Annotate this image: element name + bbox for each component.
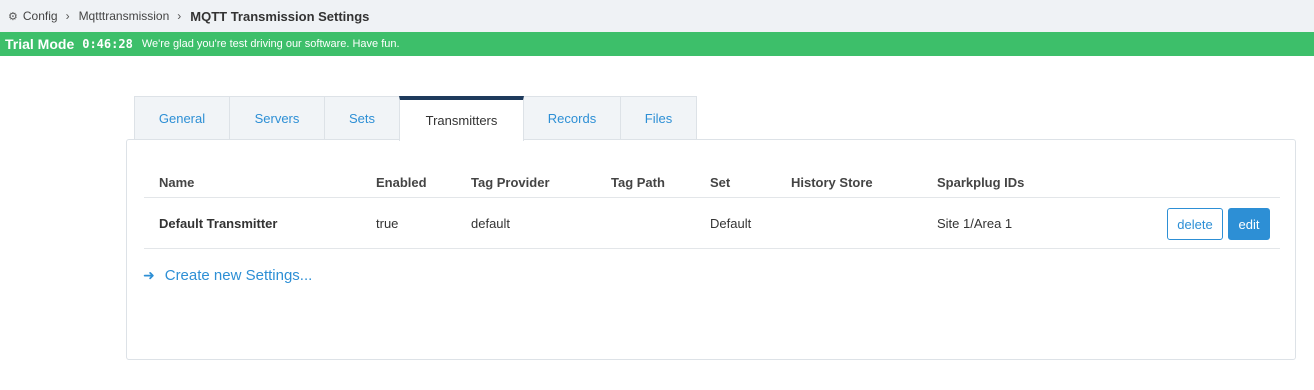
- breadcrumb-label[interactable]: Mqtttransmission: [79, 9, 170, 23]
- create-new-settings-link[interactable]: ➜ Create new Settings...: [143, 267, 312, 284]
- breadcrumb-item-mqtttransmission[interactable]: Mqtttransmission: [79, 9, 170, 23]
- tab-servers[interactable]: Servers: [229, 96, 325, 140]
- page-title: MQTT Transmission Settings: [190, 8, 370, 24]
- table-row: Default Transmitter true default Default…: [144, 198, 1280, 249]
- header-name: Name: [159, 174, 195, 190]
- transmitters-panel: Name Enabled Tag Provider Tag Path Set H…: [126, 139, 1296, 360]
- tab-records[interactable]: Records: [523, 96, 621, 140]
- delete-button[interactable]: delete: [1167, 208, 1223, 240]
- settings-tabs: General Servers Sets Transmitters Record…: [134, 96, 697, 141]
- cell-tag-provider: default: [471, 215, 511, 231]
- breadcrumb-label[interactable]: Config: [23, 9, 58, 23]
- header-tag-path: Tag Path: [611, 174, 665, 190]
- create-new-settings-label[interactable]: Create new Settings...: [165, 267, 313, 284]
- trial-message: We're glad you're test driving our softw…: [141, 38, 400, 50]
- trial-title: Trial Mode: [5, 36, 75, 52]
- tab-sets[interactable]: Sets: [324, 96, 400, 140]
- edit-button[interactable]: edit: [1228, 208, 1270, 240]
- breadcrumb: ⚙ Config › Mqtttransmission › MQTT Trans…: [0, 0, 1314, 32]
- transmitters-table: Name Enabled Tag Provider Tag Path Set H…: [144, 162, 1280, 249]
- header-set: Set: [710, 174, 731, 190]
- cell-sparkplug-ids: Site 1/Area 1: [937, 215, 1013, 231]
- table-header: Name Enabled Tag Provider Tag Path Set H…: [144, 162, 1280, 198]
- chevron-right-icon: ›: [65, 9, 70, 23]
- chevron-right-icon: ›: [177, 9, 182, 23]
- cell-set: Default: [710, 215, 752, 231]
- header-enabled: Enabled: [376, 174, 427, 190]
- arrow-right-icon: ➜: [143, 267, 155, 283]
- header-tag-provider: Tag Provider: [471, 174, 550, 190]
- tab-transmitters[interactable]: Transmitters: [399, 96, 524, 141]
- trial-timer: 0:46:28: [82, 37, 133, 51]
- trial-banner: Trial Mode 0:46:28 We're glad you're tes…: [0, 32, 1314, 56]
- breadcrumb-item-config[interactable]: ⚙ Config: [8, 9, 58, 23]
- cell-name: Default Transmitter: [159, 215, 278, 231]
- header-sparkplug-ids: Sparkplug IDs: [937, 174, 1025, 190]
- tab-general[interactable]: General: [134, 96, 230, 140]
- gear-icon: ⚙: [8, 10, 18, 23]
- tab-files[interactable]: Files: [620, 96, 697, 140]
- cell-enabled: true: [376, 215, 399, 231]
- header-history-store: History Store: [791, 174, 873, 190]
